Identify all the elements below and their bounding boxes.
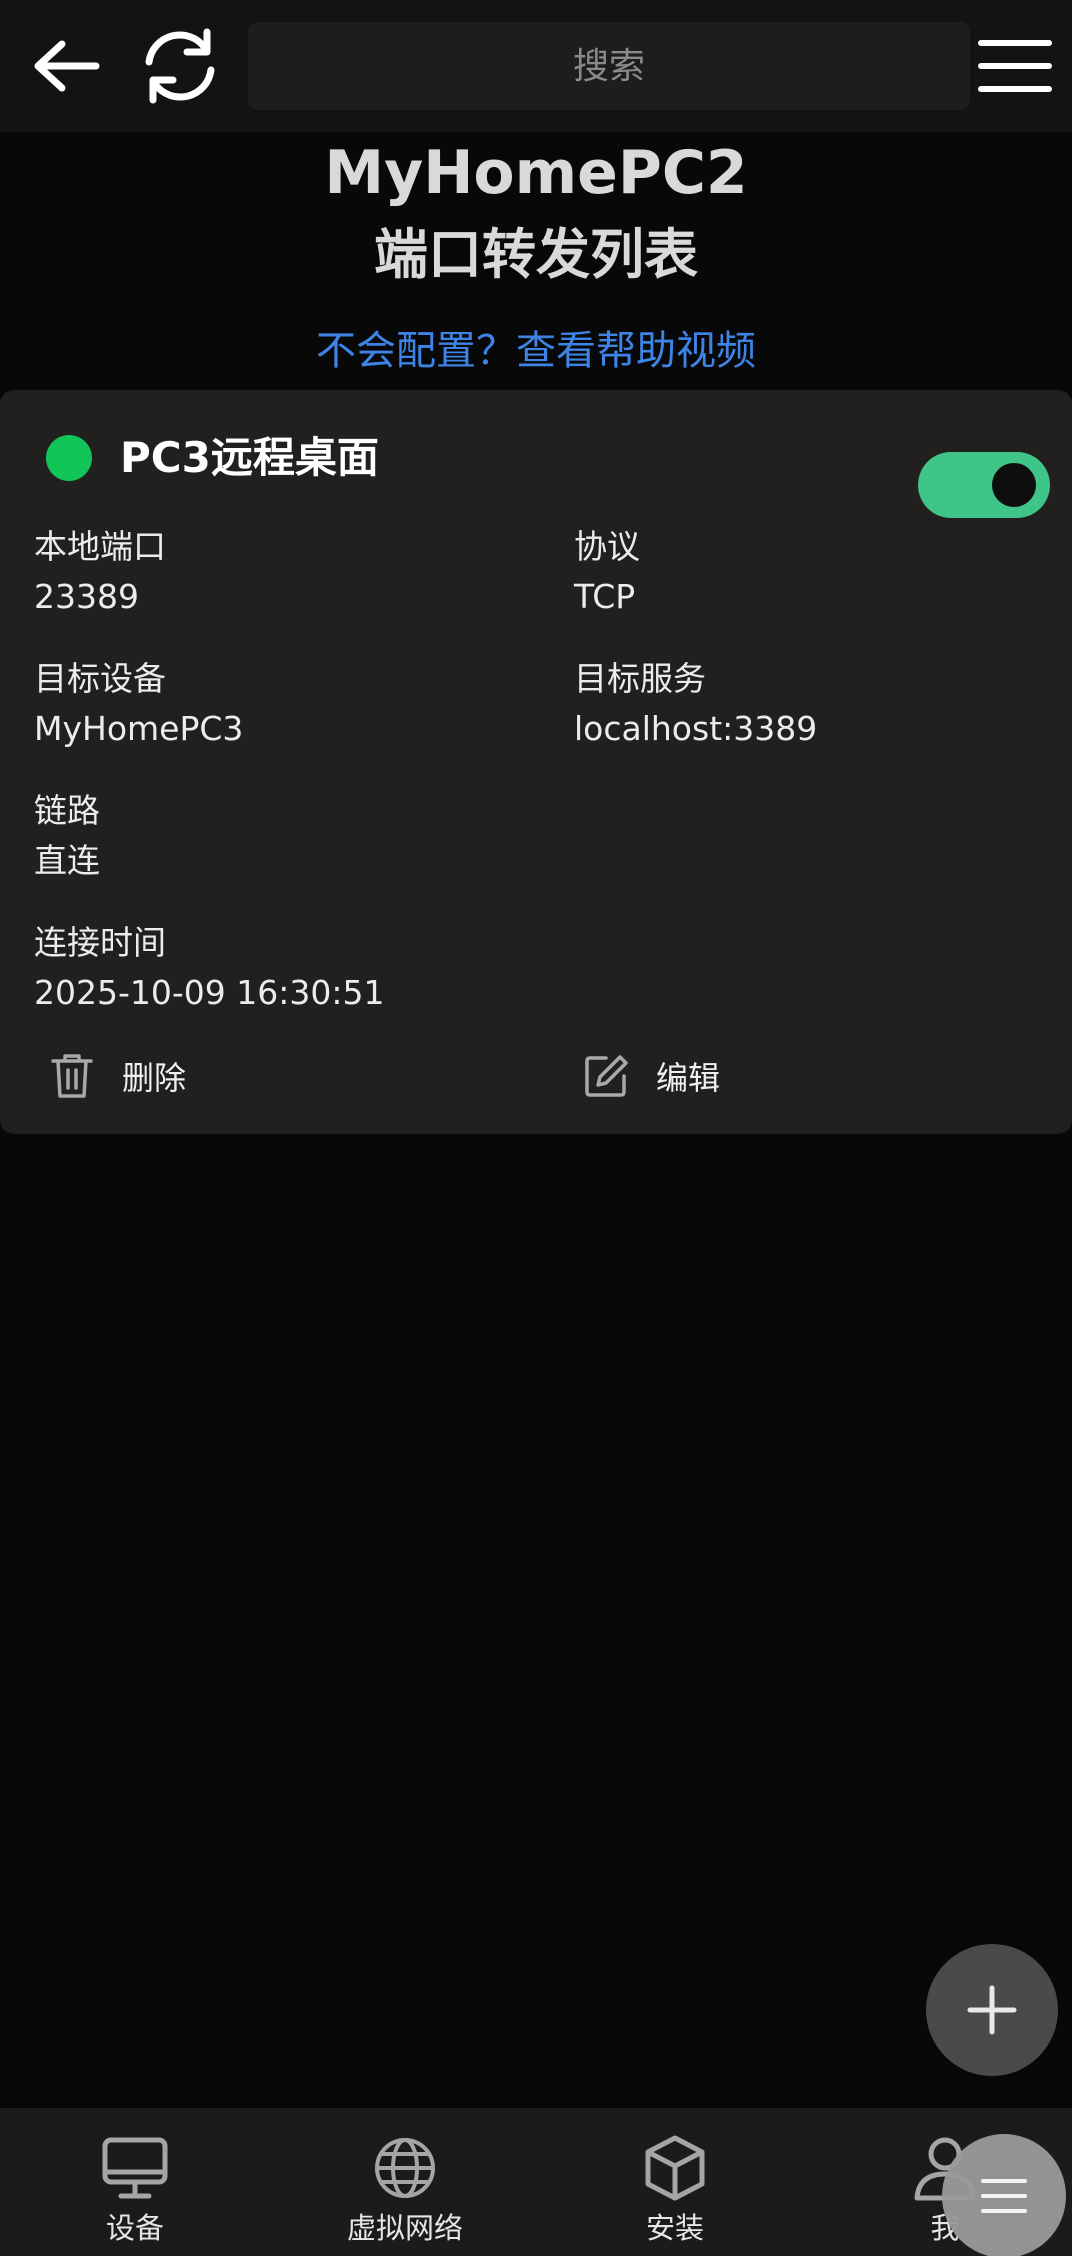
bottom-nav: 设备 虚拟网络 安装 我	[0, 2108, 1072, 2256]
hamburger-menu-icon	[978, 40, 1052, 92]
globe-icon	[375, 2138, 435, 2198]
nav-label-virtual-network: 虚拟网络	[346, 2211, 463, 2245]
protocol-value: TCP	[574, 577, 636, 616]
nav-label-install: 安装	[645, 2211, 704, 2245]
edit-label: 编辑	[656, 1059, 721, 1097]
help-video-link[interactable]: 不会配置？查看帮助视频	[0, 318, 1072, 384]
device-name-title: MyHomePC2	[324, 138, 748, 208]
delete-button[interactable]: 删除	[46, 1040, 186, 1112]
local-port-label: 本地端口	[34, 527, 166, 566]
edit-button[interactable]: 编辑	[580, 1040, 720, 1112]
edit-pencil-icon	[580, 1050, 632, 1102]
port-forward-card: PC3远程桌面 本地端口 23389 协议 TCP 目标设备 MyHomePC3…	[0, 390, 1072, 1134]
nav-item-devices[interactable]: 设备	[35, 2108, 235, 2256]
app-root: MyHomePC2 端口转发列表 不会配置？查看帮助视频 PC3远程桌面 本地端…	[0, 0, 1072, 2256]
link-label: 链路	[34, 791, 100, 830]
trash-icon	[46, 1050, 98, 1102]
search-input[interactable]	[248, 22, 970, 110]
plus-icon	[967, 1985, 1017, 2035]
toggle-knob	[992, 463, 1036, 507]
search-field[interactable]	[248, 22, 970, 110]
list-menu-icon	[981, 2179, 1027, 2213]
protocol-label: 协议	[574, 527, 640, 566]
top-bar	[0, 0, 1072, 132]
package-cube-icon	[645, 2135, 705, 2201]
back-button[interactable]	[26, 28, 106, 104]
back-arrow-icon	[34, 40, 100, 92]
add-rule-button[interactable]	[926, 1944, 1058, 2076]
target-service-label: 目标服务	[574, 659, 706, 698]
refresh-button[interactable]	[132, 24, 228, 108]
refresh-icon	[145, 28, 215, 104]
target-service-value: localhost:3389	[574, 709, 818, 748]
enable-toggle[interactable]	[918, 452, 1050, 518]
nav-item-install[interactable]: 安装	[575, 2108, 775, 2256]
connect-time-value: 2025-10-09 16:30:51	[34, 973, 385, 1012]
page-title: 端口转发列表	[374, 223, 698, 286]
nav-item-virtual-network[interactable]: 虚拟网络	[305, 2108, 505, 2256]
status-indicator	[46, 435, 92, 481]
menu-button[interactable]	[972, 28, 1058, 104]
rule-name: PC3远程桌面	[120, 433, 379, 482]
target-device-value: MyHomePC3	[34, 709, 244, 748]
delete-label: 删除	[122, 1059, 187, 1097]
nav-label-devices: 设备	[105, 2211, 164, 2245]
monitor-icon	[102, 2137, 168, 2199]
local-port-value: 23389	[34, 577, 139, 616]
connect-time-label: 连接时间	[34, 923, 166, 962]
floating-menu-button[interactable]	[942, 2134, 1066, 2256]
target-device-label: 目标设备	[34, 659, 166, 698]
link-value: 直连	[34, 841, 100, 880]
